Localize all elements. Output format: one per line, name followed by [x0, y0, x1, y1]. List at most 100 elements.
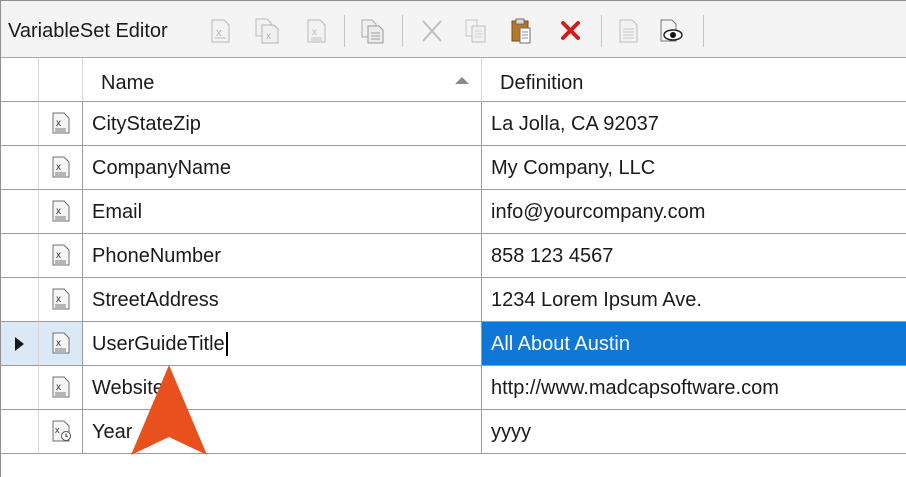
svg-text:x: x: [56, 250, 61, 261]
svg-text:x: x: [56, 338, 61, 349]
row-header[interactable]: [1, 146, 39, 190]
variable-definition: 1234 Lorem Ipsum Ave.: [491, 289, 702, 311]
svg-text:x: x: [55, 425, 60, 435]
table-row[interactable]: x CityStateZip La Jolla, CA 92037: [1, 102, 906, 146]
definition-column-header[interactable]: Definition: [482, 58, 906, 102]
copy-icon: [465, 19, 486, 43]
svg-text:x: x: [266, 31, 271, 42]
name-cell[interactable]: Email: [83, 190, 482, 234]
name-column-label: Name: [101, 72, 155, 94]
name-cell[interactable]: StreetAddress: [83, 278, 482, 322]
name-cell[interactable]: PhoneNumber: [83, 234, 482, 278]
variable-type-cell: x: [39, 102, 83, 146]
row-header[interactable]: [1, 102, 39, 146]
definition-column-label: Definition: [500, 72, 584, 94]
svg-text:x: x: [312, 27, 317, 38]
variable-definition: yyyy: [491, 421, 531, 443]
name-cell[interactable]: CompanyName: [83, 146, 482, 190]
edit-variable-button[interactable]: x: [303, 17, 329, 45]
import-variables-button[interactable]: [358, 17, 384, 45]
text-variable-icon: x: [52, 112, 70, 134]
row-header[interactable]: [1, 278, 39, 322]
delete-icon: [561, 21, 580, 40]
svg-text:x: x: [56, 118, 61, 129]
annotation-arrow-icon: [131, 365, 207, 455]
toolbar-separator: [601, 15, 602, 47]
new-variable-copy-button[interactable]: x: [253, 17, 279, 45]
name-column-header[interactable]: Name: [83, 58, 482, 102]
row-header[interactable]: [1, 190, 39, 234]
icon-column-header: [39, 58, 83, 102]
preview-button[interactable]: [657, 17, 683, 45]
row-header[interactable]: [1, 322, 39, 366]
sort-ascending-icon: [455, 77, 469, 84]
duplicate-variable-icon: x: [255, 18, 279, 44]
variable-type-cell: x: [39, 410, 83, 454]
variable-name: PhoneNumber: [92, 245, 221, 267]
import-icon: [361, 19, 384, 44]
toolbar: VariableSet Editor x x x: [1, 1, 906, 58]
table-row[interactable]: x StreetAddress 1234 Lorem Ipsum Ave.: [1, 278, 906, 322]
toolbar-separator: [402, 15, 403, 47]
text-caret: [226, 332, 228, 356]
variable-type-cell: x: [39, 278, 83, 322]
definition-cell[interactable]: La Jolla, CA 92037: [482, 102, 906, 146]
row-header[interactable]: [1, 234, 39, 278]
new-variable-button[interactable]: x: [207, 17, 233, 45]
toolbar-separator: [344, 15, 345, 47]
row-header[interactable]: [1, 366, 39, 410]
variable-definition: My Company, LLC: [491, 157, 656, 179]
svg-text:x: x: [216, 27, 222, 39]
delete-button[interactable]: [558, 17, 584, 45]
copy-button[interactable]: [463, 17, 489, 45]
variable-definition: La Jolla, CA 92037: [491, 113, 659, 135]
table-row[interactable]: x Email info@yourcompany.com: [1, 190, 906, 234]
text-variable-icon: x: [52, 156, 70, 178]
definition-cell[interactable]: 858 123 4567: [482, 234, 906, 278]
table-row[interactable]: x CompanyName My Company, LLC: [1, 146, 906, 190]
text-variable-icon: x: [52, 376, 70, 398]
variable-name: CityStateZip: [92, 113, 201, 135]
svg-text:x: x: [56, 162, 61, 173]
definition-cell[interactable]: My Company, LLC: [482, 146, 906, 190]
editor-title: VariableSet Editor: [8, 20, 168, 42]
variable-definition: http://www.madcapsoftware.com: [491, 377, 779, 399]
svg-text:x: x: [56, 294, 61, 305]
variable-definition: info@yourcompany.com: [491, 201, 706, 223]
variable-definition: All About Austin: [491, 333, 630, 355]
name-cell[interactable]: CityStateZip: [83, 102, 482, 146]
row-header[interactable]: [1, 410, 39, 454]
svg-text:x: x: [56, 382, 61, 393]
text-variable-icon: x: [52, 200, 70, 222]
definition-cell[interactable]: info@yourcompany.com: [482, 190, 906, 234]
variable-name: UserGuideTitle: [92, 333, 225, 355]
paste-button[interactable]: [509, 17, 535, 45]
cut-icon: [422, 20, 442, 42]
properties-icon: [619, 19, 638, 43]
text-variable-icon: x: [52, 288, 70, 310]
row-header-corner: [1, 58, 39, 102]
variable-type-cell: x: [39, 322, 83, 366]
preview-icon: [660, 19, 683, 42]
new-variable-icon: x: [211, 19, 230, 43]
definition-cell[interactable]: yyyy: [482, 410, 906, 454]
definition-cell[interactable]: 1234 Lorem Ipsum Ave.: [482, 278, 906, 322]
variable-type-cell: x: [39, 190, 83, 234]
variable-type-cell: x: [39, 146, 83, 190]
variable-type-cell: x: [39, 234, 83, 278]
cut-button[interactable]: [419, 17, 445, 45]
edit-variable-icon: x: [307, 19, 326, 43]
paste-icon: [511, 18, 531, 44]
text-variable-icon: x: [52, 332, 70, 354]
toolbar-separator: [703, 15, 704, 47]
svg-text:x: x: [56, 206, 61, 217]
properties-button[interactable]: [615, 17, 641, 45]
current-row-indicator-icon: [15, 337, 24, 351]
variableset-editor-window: VariableSet Editor x x x Name Definition…: [0, 0, 906, 477]
variable-name: CompanyName: [92, 157, 231, 179]
table-row[interactable]: x PhoneNumber 858 123 4567: [1, 234, 906, 278]
definition-cell[interactable]: http://www.madcapsoftware.com: [482, 366, 906, 410]
definition-cell[interactable]: All About Austin: [482, 322, 906, 366]
variable-name: StreetAddress: [92, 289, 219, 311]
variable-definition: 858 123 4567: [491, 245, 614, 267]
